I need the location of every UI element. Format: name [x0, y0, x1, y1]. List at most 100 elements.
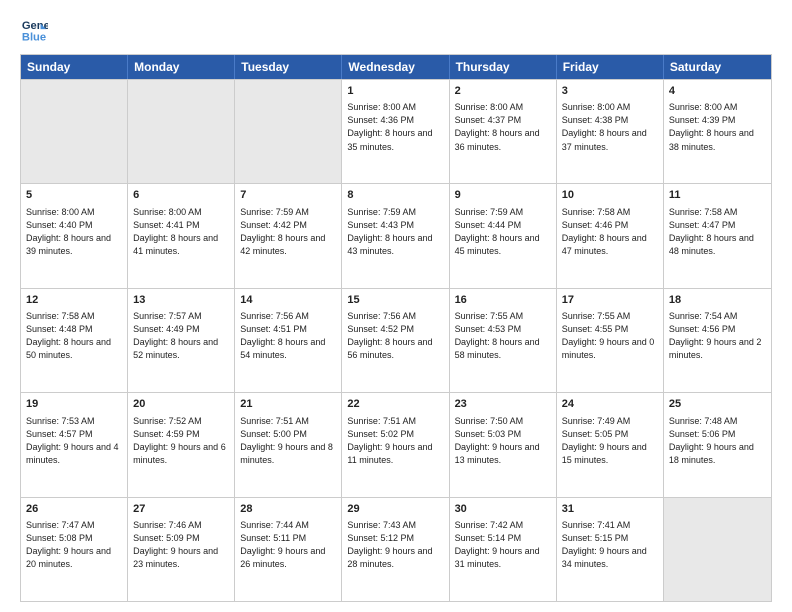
cell-info: Sunrise: 7:51 AM Sunset: 5:00 PM Dayligh… [240, 415, 336, 467]
logo-icon: General Blue [20, 16, 48, 44]
day-number: 27 [133, 502, 229, 517]
calendar-cell: 18Sunrise: 7:54 AM Sunset: 4:56 PM Dayli… [664, 289, 771, 392]
calendar-cell: 31 Sunrise: 7:41 AM Sunset: 5:15 PM Dayli… [557, 498, 664, 601]
day-number: 13 [133, 293, 229, 308]
cell-info: Sunrise: 7:59 AM Sunset: 4:44 PM Dayligh… [455, 206, 551, 258]
day-number: 12 [26, 293, 122, 308]
calendar-cell: 22 Sunrise: 7:51 AM Sunset: 5:02 PM Dayli… [342, 393, 449, 496]
day-number: 10 [562, 188, 658, 203]
calendar-cell: 12 Sunrise: 7:58 AM Sunset: 4:48 PM Dayli… [21, 289, 128, 392]
day-number: 4 [669, 84, 766, 99]
day-number: 15 [347, 293, 443, 308]
calendar-cell: 19Sunrise: 7:53 AM Sunset: 4:57 PM Dayli… [21, 393, 128, 496]
calendar-cell: 3Sunrise: 8:00 AM Sunset: 4:38 PM Daylig… [557, 80, 664, 183]
calendar-cell: 15 Sunrise: 7:56 AM Sunset: 4:52 PM Dayli… [342, 289, 449, 392]
day-number: 23 [455, 397, 551, 412]
header-cell-tuesday: Tuesday [235, 55, 342, 79]
cell-info: Sunrise: 8:00 AM Sunset: 4:36 PM Dayligh… [347, 101, 443, 153]
header-cell-wednesday: Wednesday [342, 55, 449, 79]
cell-info: Sunrise: 7:49 AM Sunset: 5:05 PM Dayligh… [562, 415, 658, 467]
day-number: 30 [455, 502, 551, 517]
cell-info: Sunrise: 7:59 AM Sunset: 4:42 PM Dayligh… [240, 206, 336, 258]
calendar-cell [21, 80, 128, 183]
cell-info: Sunrise: 7:56 AM Sunset: 4:51 PM Dayligh… [240, 310, 336, 362]
calendar-row: 5Sunrise: 8:00 AM Sunset: 4:40 PM Daylig… [21, 183, 771, 287]
header-cell-saturday: Saturday [664, 55, 771, 79]
cell-info: Sunrise: 7:57 AM Sunset: 4:49 PM Dayligh… [133, 310, 229, 362]
day-number: 24 [562, 397, 658, 412]
day-number: 3 [562, 84, 658, 99]
calendar-cell: 24 Sunrise: 7:49 AM Sunset: 5:05 PM Dayli… [557, 393, 664, 496]
calendar-cell: 21Sunrise: 7:51 AM Sunset: 5:00 PM Dayli… [235, 393, 342, 496]
calendar-cell: 10 Sunrise: 7:58 AM Sunset: 4:46 PM Dayli… [557, 184, 664, 287]
cell-info: Sunrise: 7:55 AM Sunset: 4:55 PM Dayligh… [562, 310, 658, 362]
cell-info: Sunrise: 7:56 AM Sunset: 4:52 PM Dayligh… [347, 310, 443, 362]
calendar-cell: 23 Sunrise: 7:50 AM Sunset: 5:03 PM Dayli… [450, 393, 557, 496]
cell-info: Sunrise: 7:42 AM Sunset: 5:14 PM Dayligh… [455, 519, 551, 571]
calendar-cell: 28 Sunrise: 7:44 AM Sunset: 5:11 PM Dayli… [235, 498, 342, 601]
calendar-cell: 4 Sunrise: 8:00 AM Sunset: 4:39 PM Daylig… [664, 80, 771, 183]
calendar-cell: 13 Sunrise: 7:57 AM Sunset: 4:49 PM Dayli… [128, 289, 235, 392]
calendar-cell: 29 Sunrise: 7:43 AM Sunset: 5:12 PM Dayli… [342, 498, 449, 601]
page: General Blue SundayMondayTuesdayWednesda… [0, 0, 792, 612]
calendar-cell: 5Sunrise: 8:00 AM Sunset: 4:40 PM Daylig… [21, 184, 128, 287]
svg-text:Blue: Blue [22, 31, 46, 43]
header-cell-thursday: Thursday [450, 55, 557, 79]
cell-info: Sunrise: 7:46 AM Sunset: 5:09 PM Dayligh… [133, 519, 229, 571]
day-number: 31 [562, 502, 658, 517]
logo: General Blue [20, 16, 48, 44]
calendar: SundayMondayTuesdayWednesdayThursdayFrid… [20, 54, 772, 602]
day-number: 22 [347, 397, 443, 412]
calendar-cell: 20Sunrise: 7:52 AM Sunset: 4:59 PM Dayli… [128, 393, 235, 496]
cell-info: Sunrise: 7:55 AM Sunset: 4:53 PM Dayligh… [455, 310, 551, 362]
svg-text:General: General [22, 20, 48, 32]
calendar-cell [128, 80, 235, 183]
calendar-cell: 7Sunrise: 7:59 AM Sunset: 4:42 PM Daylig… [235, 184, 342, 287]
cell-info: Sunrise: 7:44 AM Sunset: 5:11 PM Dayligh… [240, 519, 336, 571]
calendar-cell: 27 Sunrise: 7:46 AM Sunset: 5:09 PM Dayli… [128, 498, 235, 601]
calendar-cell: 26 Sunrise: 7:47 AM Sunset: 5:08 PM Dayli… [21, 498, 128, 601]
cell-info: Sunrise: 7:58 AM Sunset: 4:48 PM Dayligh… [26, 310, 122, 362]
cell-info: Sunrise: 8:00 AM Sunset: 4:39 PM Dayligh… [669, 101, 766, 153]
calendar-cell: 17 Sunrise: 7:55 AM Sunset: 4:55 PM Dayli… [557, 289, 664, 392]
calendar-cell: 8 Sunrise: 7:59 AM Sunset: 4:43 PM Daylig… [342, 184, 449, 287]
cell-info: Sunrise: 7:58 AM Sunset: 4:46 PM Dayligh… [562, 206, 658, 258]
calendar-cell: 14 Sunrise: 7:56 AM Sunset: 4:51 PM Dayli… [235, 289, 342, 392]
day-number: 17 [562, 293, 658, 308]
day-number: 26 [26, 502, 122, 517]
cell-info: Sunrise: 7:50 AM Sunset: 5:03 PM Dayligh… [455, 415, 551, 467]
header: General Blue [20, 16, 772, 44]
day-number: 16 [455, 293, 551, 308]
day-number: 14 [240, 293, 336, 308]
day-number: 28 [240, 502, 336, 517]
calendar-cell [235, 80, 342, 183]
calendar-row: 26 Sunrise: 7:47 AM Sunset: 5:08 PM Dayli… [21, 497, 771, 601]
calendar-cell: 16 Sunrise: 7:55 AM Sunset: 4:53 PM Dayli… [450, 289, 557, 392]
cell-info: Sunrise: 7:48 AM Sunset: 5:06 PM Dayligh… [669, 415, 766, 467]
day-number: 1 [347, 84, 443, 99]
cell-info: Sunrise: 7:43 AM Sunset: 5:12 PM Dayligh… [347, 519, 443, 571]
cell-info: Sunrise: 7:41 AM Sunset: 5:15 PM Dayligh… [562, 519, 658, 571]
calendar-row: 19Sunrise: 7:53 AM Sunset: 4:57 PM Dayli… [21, 392, 771, 496]
day-number: 11 [669, 188, 766, 203]
day-number: 29 [347, 502, 443, 517]
cell-info: Sunrise: 7:47 AM Sunset: 5:08 PM Dayligh… [26, 519, 122, 571]
header-cell-monday: Monday [128, 55, 235, 79]
header-cell-sunday: Sunday [21, 55, 128, 79]
calendar-cell: 11 Sunrise: 7:58 AM Sunset: 4:47 PM Dayli… [664, 184, 771, 287]
calendar-cell: 1 Sunrise: 8:00 AM Sunset: 4:36 PM Daylig… [342, 80, 449, 183]
cell-info: Sunrise: 7:51 AM Sunset: 5:02 PM Dayligh… [347, 415, 443, 467]
cell-info: Sunrise: 7:58 AM Sunset: 4:47 PM Dayligh… [669, 206, 766, 258]
day-number: 20 [133, 397, 229, 412]
calendar-row: 1 Sunrise: 8:00 AM Sunset: 4:36 PM Daylig… [21, 79, 771, 183]
calendar-cell: 25Sunrise: 7:48 AM Sunset: 5:06 PM Dayli… [664, 393, 771, 496]
cell-info: Sunrise: 8:00 AM Sunset: 4:40 PM Dayligh… [26, 206, 122, 258]
calendar-cell [664, 498, 771, 601]
cell-info: Sunrise: 8:00 AM Sunset: 4:37 PM Dayligh… [455, 101, 551, 153]
calendar-body: 1 Sunrise: 8:00 AM Sunset: 4:36 PM Daylig… [21, 79, 771, 601]
day-number: 8 [347, 188, 443, 203]
calendar-header: SundayMondayTuesdayWednesdayThursdayFrid… [21, 55, 771, 79]
cell-info: Sunrise: 7:59 AM Sunset: 4:43 PM Dayligh… [347, 206, 443, 258]
calendar-row: 12 Sunrise: 7:58 AM Sunset: 4:48 PM Dayli… [21, 288, 771, 392]
day-number: 9 [455, 188, 551, 203]
